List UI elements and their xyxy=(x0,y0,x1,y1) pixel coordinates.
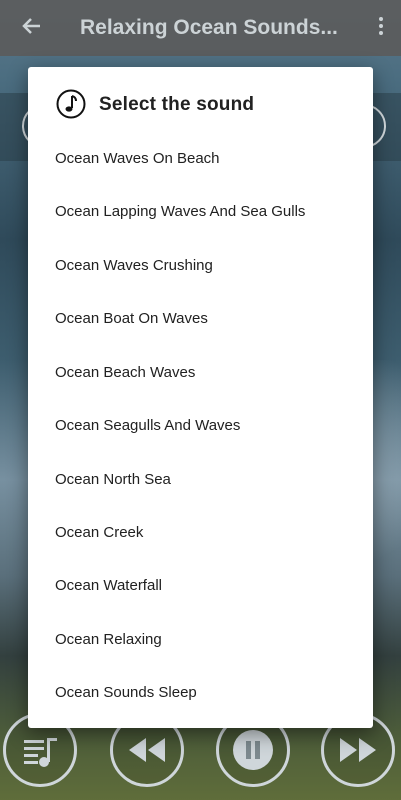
list-item[interactable]: Ocean Relaxing xyxy=(28,613,373,666)
list-item-label: Ocean Waterfall xyxy=(55,577,162,594)
list-item-label: Ocean Creek xyxy=(55,524,144,541)
list-item[interactable]: Ocean Waves Crushing xyxy=(28,239,373,292)
overflow-menu-icon[interactable] xyxy=(375,14,387,42)
list-item[interactable]: Ocean Creek xyxy=(28,506,373,559)
app-title: Relaxing Ocean Sounds... xyxy=(80,16,338,39)
list-item-label: Ocean North Sea xyxy=(55,471,171,488)
list-item-label: Ocean Waves Crushing xyxy=(55,257,213,274)
list-item[interactable]: Ocean Waterfall xyxy=(28,559,373,612)
list-item-label: Ocean Waves On Beach xyxy=(55,150,220,167)
list-item[interactable]: Ocean North Sea xyxy=(28,453,373,506)
list-item-label: Ocean Seagulls And Waves xyxy=(55,417,241,434)
list-item-label: Ocean Relaxing xyxy=(55,631,162,648)
list-item[interactable]: Ocean Seagulls And Waves xyxy=(28,399,373,452)
music-note-icon xyxy=(56,89,86,119)
dialog-header: Select the sound xyxy=(28,67,373,139)
list-item[interactable]: Ocean Lapping Waves And Sea Gulls xyxy=(28,185,373,238)
back-arrow-icon[interactable] xyxy=(18,12,46,40)
list-item-label: Ocean Boat On Waves xyxy=(55,310,208,327)
list-item[interactable]: Ocean Waves On Beach xyxy=(28,132,373,185)
list-item[interactable]: Ocean Sounds Sleep xyxy=(28,666,373,719)
list-item[interactable]: Ocean Boat On Waves xyxy=(28,292,373,345)
dialog-title: Select the sound xyxy=(99,94,255,115)
list-item-label: Ocean Lapping Waves And Sea Gulls xyxy=(55,203,306,220)
list-item-label: Ocean Beach Waves xyxy=(55,364,196,381)
list-item-label: Ocean Sounds Sleep xyxy=(55,684,197,701)
select-sound-dialog: Select the sound Ocean Waves On Beach Oc… xyxy=(28,67,373,728)
list-item[interactable]: Ocean Beach Waves xyxy=(28,346,373,399)
